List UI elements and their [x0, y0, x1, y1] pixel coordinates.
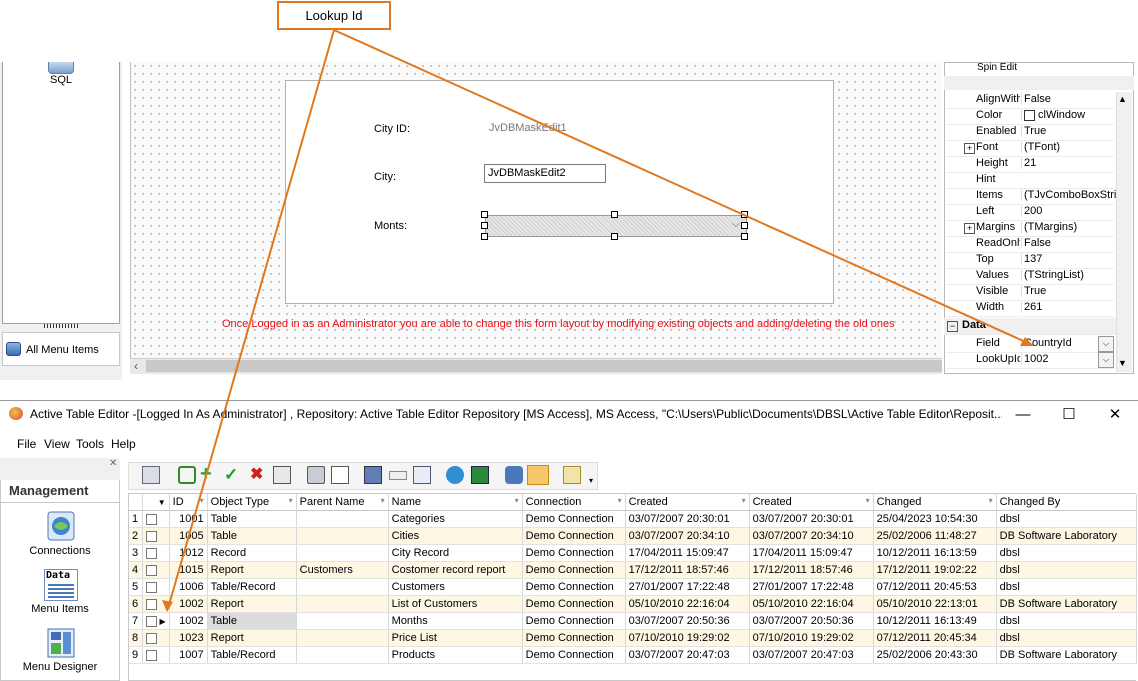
annotation-arrows	[162, 29, 1034, 612]
lookup-id-callout: Lookup Id	[277, 1, 391, 30]
